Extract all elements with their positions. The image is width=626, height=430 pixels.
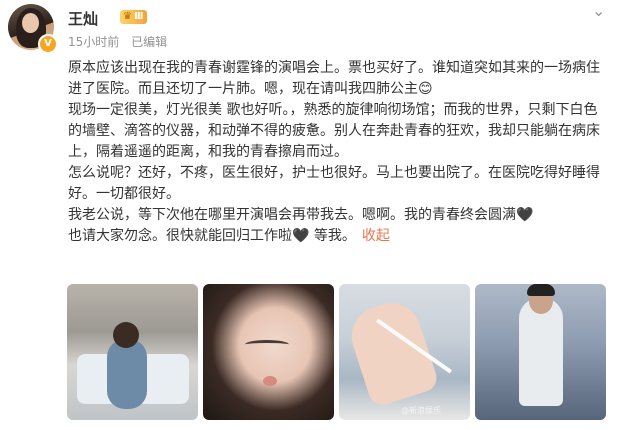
verified-badge-icon: V — [38, 34, 58, 54]
post-paragraph-5: 也请大家勿念。很快就能回归工作啦🖤 等我。 收起 — [68, 226, 608, 247]
image-gallery: @新浪娱乐 — [67, 284, 607, 420]
crown-icon: ♛ — [123, 11, 132, 22]
chevron-down-icon[interactable]: ⌄ — [592, 3, 606, 19]
post-paragraph-4: 我老公说，等下次他在哪里开演唱会再带我去。嗯啊。我的青春终会圆满🖤 — [68, 207, 534, 223]
gallery-image-1[interactable] — [67, 284, 198, 420]
post-paragraph-3: 怎么说呢？还好，不疼，医生很好，护士也很好。马上也要出院了。在医院吃得好睡得好。… — [68, 165, 600, 202]
vip-level: Ⅲ — [133, 11, 144, 22]
face-eyes — [245, 340, 289, 349]
face-lips — [263, 376, 277, 386]
edited-label: 已编辑 — [131, 35, 168, 49]
post-time[interactable]: 15小时前 — [68, 35, 119, 49]
post-paragraph-2: 现场一定很美，灯光很美 歌也好听。，熟悉的旋律响彻场馆；而我的世界，只剩下白色的… — [68, 102, 600, 160]
singer-hair — [527, 284, 555, 296]
patient-head — [113, 322, 139, 348]
vip-badge[interactable]: ♛ Ⅲ — [120, 10, 148, 24]
post-content: 原本应该出现在我的青春谢霆锋的演唱会上。票也买好了。谁知道突如其来的一场病住进了… — [68, 58, 608, 247]
gallery-image-2[interactable] — [203, 284, 334, 420]
avatar-face — [22, 13, 39, 33]
image-watermark: @新浪娱乐 — [401, 406, 441, 415]
singer-figure — [519, 298, 563, 406]
post-meta: 15小时前 已编辑 — [68, 33, 175, 50]
gallery-image-4[interactable] — [475, 284, 606, 420]
gallery-image-3[interactable]: @新浪娱乐 — [339, 284, 470, 420]
author-name[interactable]: 王灿 — [68, 8, 98, 29]
patient-figure — [107, 339, 147, 409]
collapse-link[interactable]: 收起 — [362, 228, 390, 244]
post-paragraph-1: 原本应该出现在我的青春谢霆锋的演唱会上。票也买好了。谁知道突如其来的一场病住进了… — [68, 60, 600, 97]
post-paragraph-5-text: 也请大家勿念。很快就能回归工作啦🖤 等我。 — [68, 228, 356, 244]
